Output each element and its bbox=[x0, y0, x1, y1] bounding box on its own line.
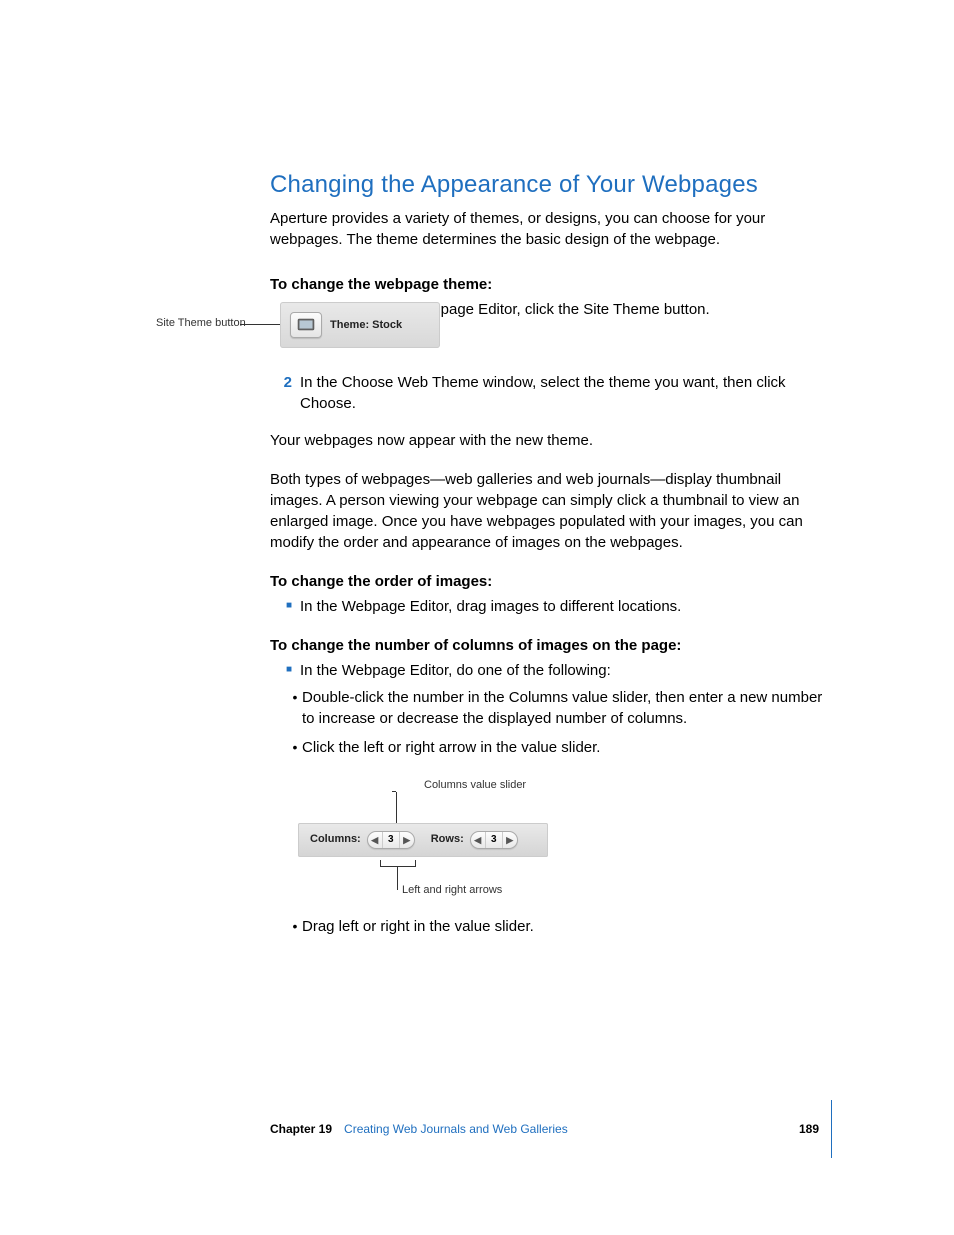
footer-chapter: Chapter 19 bbox=[270, 1122, 332, 1136]
callout-bracket bbox=[380, 860, 416, 867]
theme-label: Theme: Stock bbox=[330, 319, 402, 331]
task3-title: To change the number of columns of image… bbox=[270, 635, 835, 656]
sub-bullet-b: Click the left or right arrow in the val… bbox=[302, 737, 835, 758]
columns-stepper[interactable]: ◀ 3 ▶ bbox=[367, 831, 415, 849]
theme-icon bbox=[297, 317, 315, 334]
stepper-right-arrow-icon[interactable]: ▶ bbox=[503, 832, 517, 848]
page-footer: Chapter 19 Creating Web Journals and Web… bbox=[270, 1100, 844, 1158]
callout-leader-line bbox=[396, 792, 397, 827]
task3-bullet-text: In the Webpage Editor, do one of the fol… bbox=[300, 660, 835, 681]
figure-theme-button: Theme: Stock bbox=[280, 302, 440, 348]
section-heading: Changing the Appearance of Your Webpages bbox=[270, 168, 835, 202]
task2-title: To change the order of images: bbox=[270, 571, 835, 592]
dot-bullet: • bbox=[288, 916, 302, 937]
rows-stepper[interactable]: ◀ 3 ▶ bbox=[470, 831, 518, 849]
result-line: Your webpages now appear with the new th… bbox=[270, 430, 835, 451]
callout-left-right-arrows: Left and right arrows bbox=[402, 883, 502, 898]
stepper-left-arrow-icon[interactable]: ◀ bbox=[368, 832, 382, 848]
columns-label: Columns: bbox=[310, 832, 361, 847]
footer-page-number: 189 bbox=[799, 1122, 819, 1136]
dot-bullet: • bbox=[288, 687, 302, 729]
rows-value[interactable]: 3 bbox=[485, 832, 503, 848]
step-number-2: 2 bbox=[270, 372, 292, 414]
callout-columns-value-slider: Columns value slider bbox=[424, 778, 526, 793]
figure-columns-slider: Columns value slider Columns: ◀ 3 ▶ Rows… bbox=[298, 778, 578, 908]
callout-site-theme-button: Site Theme button bbox=[156, 317, 246, 329]
paragraph-webpage-types: Both types of webpages—web galleries and… bbox=[270, 469, 835, 553]
step-2-text: In the Choose Web Theme window, select t… bbox=[300, 372, 835, 414]
square-bullet: ■ bbox=[270, 660, 292, 681]
sub-bullet-c: Drag left or right in the value slider. bbox=[302, 916, 835, 937]
intro-paragraph: Aperture provides a variety of themes, o… bbox=[270, 208, 835, 250]
footer-rule bbox=[831, 1100, 832, 1158]
footer-title: Creating Web Journals and Web Galleries bbox=[344, 1122, 568, 1136]
sub-bullet-a: Double-click the number in the Columns v… bbox=[302, 687, 835, 729]
rows-label: Rows: bbox=[431, 832, 464, 847]
dot-bullet: • bbox=[288, 737, 302, 758]
task1-title: To change the webpage theme: bbox=[270, 274, 835, 295]
task2-bullet-text: In the Webpage Editor, drag images to di… bbox=[300, 596, 835, 617]
stepper-left-arrow-icon[interactable]: ◀ bbox=[471, 832, 485, 848]
columns-value[interactable]: 3 bbox=[382, 832, 400, 848]
site-theme-button[interactable] bbox=[290, 312, 322, 338]
callout-leader-line bbox=[397, 866, 398, 890]
stepper-right-arrow-icon[interactable]: ▶ bbox=[400, 832, 414, 848]
square-bullet: ■ bbox=[270, 596, 292, 617]
